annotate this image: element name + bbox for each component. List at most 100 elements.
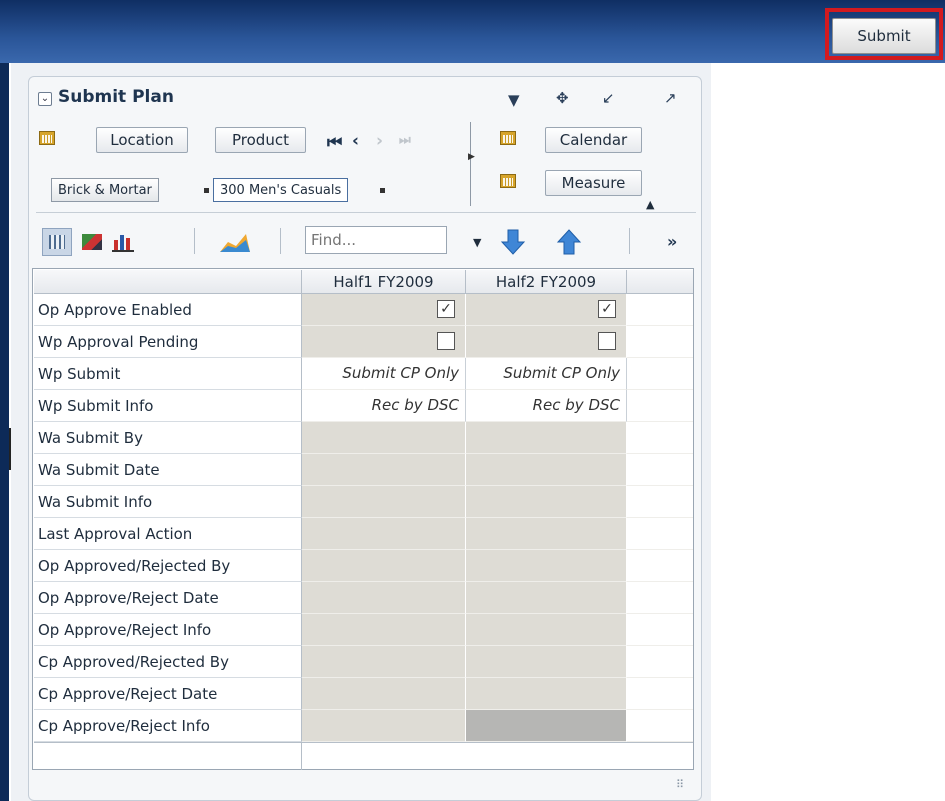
column-header[interactable]: Half1 FY2009 (302, 270, 466, 294)
grid-cell[interactable] (302, 518, 466, 550)
grid-cell[interactable] (466, 710, 627, 742)
find-previous-up-icon[interactable] (556, 228, 582, 256)
grid-filler-cell (627, 454, 693, 486)
column-header[interactable]: Half2 FY2009 (466, 270, 627, 294)
row-label: Wa Submit Date (34, 454, 302, 486)
calendar-grid-icon (500, 131, 516, 145)
corner-header (34, 270, 302, 294)
location-label: Location (110, 131, 174, 149)
resize-grip-icon[interactable]: ⠿ (676, 778, 684, 791)
grid-cell[interactable]: Submit CP Only (302, 358, 466, 390)
checkbox[interactable]: ✓ (598, 300, 616, 318)
submit-highlight: Submit (825, 8, 943, 60)
grid-cell[interactable] (466, 454, 627, 486)
measure-label: Measure (561, 174, 626, 192)
grid-filler-cell (627, 326, 693, 358)
product-label: Product (232, 131, 289, 149)
row-label: Op Approved/Rejected By (34, 550, 302, 582)
grid-cell[interactable] (302, 678, 466, 710)
grid-cell[interactable] (302, 454, 466, 486)
collapse-icon[interactable]: ⌄ (38, 92, 52, 106)
next-page-icon[interactable]: › (376, 131, 383, 151)
row-label: Wp Submit (34, 358, 302, 390)
find-dropdown-icon[interactable]: ▼ (473, 236, 481, 249)
grid-cell[interactable] (466, 582, 627, 614)
grid-cell[interactable] (466, 518, 627, 550)
grid-cell[interactable]: Rec by DSC (302, 390, 466, 422)
grid-filler-cell (627, 550, 693, 582)
bar-chart-icon[interactable] (112, 232, 134, 252)
toolbar-separator (629, 228, 630, 254)
move-icon[interactable]: ✥ (556, 89, 569, 107)
row-label: Cp Approved/Rejected By (34, 646, 302, 678)
grid-cell[interactable] (302, 710, 466, 742)
location-button[interactable]: Location (96, 127, 188, 153)
grid-filler-cell (627, 710, 693, 742)
more-tools-icon[interactable]: » (667, 232, 677, 251)
grid-cell[interactable] (302, 550, 466, 582)
measure-button[interactable]: Measure (545, 170, 642, 196)
checkbox[interactable] (437, 332, 455, 350)
grid-filler-cell (627, 518, 693, 550)
grid-filler-cell (627, 614, 693, 646)
location-value-tag[interactable]: Brick & Mortar (51, 178, 159, 202)
grid-cell[interactable] (302, 486, 466, 518)
find-next-down-icon[interactable] (500, 228, 526, 256)
grid-filler-cell (627, 422, 693, 454)
restore-icon[interactable]: ↙ (602, 89, 615, 107)
grid-cell[interactable] (302, 614, 466, 646)
expand-arrow-icon[interactable]: ▶ (468, 152, 475, 162)
grid-footer (302, 742, 693, 770)
grid-filler-cell (627, 358, 693, 390)
scroll-up-icon[interactable]: ▲ (646, 198, 654, 211)
grid-cell[interactable] (302, 646, 466, 678)
separator-dot (380, 188, 385, 193)
chart-grid-icon[interactable] (82, 234, 102, 250)
row-label: Wa Submit Info (34, 486, 302, 518)
grid-cell[interactable] (302, 422, 466, 454)
grid-cell[interactable] (466, 422, 627, 454)
separator-dot (204, 188, 209, 193)
area-chart-icon[interactable] (218, 230, 252, 254)
grid-cell[interactable] (466, 486, 627, 518)
find-input[interactable] (305, 226, 447, 254)
grid-filler-cell (627, 486, 693, 518)
grid-icon (39, 131, 55, 145)
calendar-label: Calendar (559, 131, 628, 149)
grid-cell[interactable] (466, 326, 627, 358)
calendar-button[interactable]: Calendar (545, 127, 642, 153)
grid-cell[interactable] (302, 326, 466, 358)
product-value-tag[interactable]: 300 Men's Casuals (213, 178, 349, 202)
top-banner (0, 0, 945, 63)
grid-filler-cell (627, 646, 693, 678)
row-label: Wp Approval Pending (34, 326, 302, 358)
panel-header: ⌄ Submit Plan ▼ ✥ ↙ ↗ (36, 84, 696, 114)
prev-page-icon[interactable]: ‹ (352, 131, 359, 151)
checkbox[interactable]: ✓ (437, 300, 455, 318)
pivot-divider[interactable] (470, 122, 471, 206)
product-button[interactable]: Product (215, 127, 306, 153)
grid-filler-cell (627, 294, 693, 326)
row-label: Op Approve/Reject Date (34, 582, 302, 614)
toolbar-divider (36, 212, 696, 213)
checkbox[interactable] (598, 332, 616, 350)
grid-cell[interactable]: Submit CP Only (466, 358, 627, 390)
grid-cell[interactable]: ✓ (302, 294, 466, 326)
grid-cell[interactable] (466, 614, 627, 646)
grid-cell[interactable]: ✓ (466, 294, 627, 326)
submit-button[interactable]: Submit (832, 18, 936, 54)
first-page-icon[interactable]: ⏮ (327, 133, 342, 153)
grid-cell[interactable] (466, 550, 627, 582)
left-edge-bar (0, 0, 9, 801)
grid-cell[interactable] (466, 678, 627, 710)
grid-cell[interactable] (466, 646, 627, 678)
grid-footer-label (34, 742, 302, 770)
dropdown-icon[interactable]: ▼ (508, 91, 520, 109)
last-page-icon[interactable]: ⏭ (399, 133, 411, 148)
maximize-icon[interactable]: ↗ (664, 89, 677, 107)
row-label: Op Approve Enabled (34, 294, 302, 326)
row-label: Last Approval Action (34, 518, 302, 550)
right-empty-area (711, 63, 945, 801)
grid-cell[interactable]: Rec by DSC (466, 390, 627, 422)
grid-cell[interactable] (302, 582, 466, 614)
